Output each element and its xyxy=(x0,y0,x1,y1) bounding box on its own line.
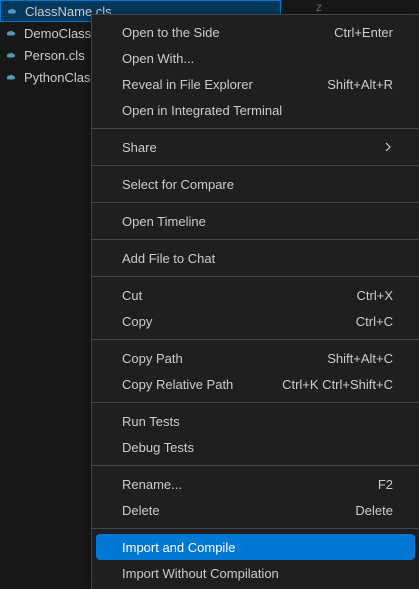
menu-separator xyxy=(92,339,419,340)
vscode-window: ClassName.cls DemoClass. Person.cls Pyth… xyxy=(0,0,419,589)
salesforce-cloud-icon xyxy=(6,52,16,58)
menu-item-label: Select for Compare xyxy=(122,176,234,192)
menu-item-label: Cut xyxy=(122,287,143,303)
salesforce-cloud-icon xyxy=(6,30,16,36)
menu-item-label: Open With... xyxy=(122,50,195,66)
menu-item-cut[interactable]: Cut Ctrl+X xyxy=(96,282,415,308)
menu-item-label: Import and Compile xyxy=(122,539,236,555)
editor-background-text: z xyxy=(316,0,324,14)
menu-item-import-without-compilation[interactable]: Import Without Compilation xyxy=(96,560,415,586)
menu-item-debug-tests[interactable]: Debug Tests xyxy=(96,434,415,460)
menu-item-label: Reveal in File Explorer xyxy=(122,76,253,92)
menu-item-shortcut: Ctrl+X xyxy=(356,287,393,303)
menu-item-label: Delete xyxy=(122,502,160,518)
menu-item-label: Rename... xyxy=(122,476,182,492)
menu-item-open-timeline[interactable]: Open Timeline xyxy=(96,208,415,234)
menu-separator xyxy=(92,402,419,403)
menu-item-open-with[interactable]: Open With... xyxy=(96,45,415,71)
menu-item-shortcut: Shift+Alt+C xyxy=(327,350,393,366)
menu-item-share[interactable]: Share xyxy=(96,134,415,160)
menu-item-label: Copy Relative Path xyxy=(122,376,234,392)
menu-item-rename[interactable]: Rename... F2 xyxy=(96,471,415,497)
menu-separator xyxy=(92,276,419,277)
menu-item-shortcut: Ctrl+K Ctrl+Shift+C xyxy=(282,376,393,392)
menu-separator xyxy=(92,202,419,203)
menu-item-label: Copy Path xyxy=(122,350,183,366)
menu-item-copy-path[interactable]: Copy Path Shift+Alt+C xyxy=(96,345,415,371)
salesforce-cloud-icon xyxy=(6,74,16,80)
menu-item-open-to-side[interactable]: Open to the Side Ctrl+Enter xyxy=(96,19,415,45)
menu-item-label: Share xyxy=(122,139,157,155)
menu-item-select-for-compare[interactable]: Select for Compare xyxy=(96,171,415,197)
menu-item-add-file-to-chat[interactable]: Add File to Chat xyxy=(96,245,415,271)
menu-item-label: Run Tests xyxy=(122,413,180,429)
menu-separator xyxy=(92,128,419,129)
menu-separator xyxy=(92,528,419,529)
file-label: Person.cls xyxy=(24,47,85,63)
menu-item-shortcut: Ctrl+C xyxy=(355,313,393,329)
salesforce-cloud-icon xyxy=(7,8,17,14)
menu-item-shortcut: F2 xyxy=(377,476,393,492)
menu-separator xyxy=(92,239,419,240)
menu-item-label: Copy xyxy=(122,313,153,329)
menu-item-reveal-in-file-explorer[interactable]: Reveal in File Explorer Shift+Alt+R xyxy=(96,71,415,97)
menu-item-import-and-compile[interactable]: Import and Compile xyxy=(96,534,415,560)
menu-separator xyxy=(92,465,419,466)
menu-item-copy[interactable]: Copy Ctrl+C xyxy=(96,308,415,334)
context-menu: Open to the Side Ctrl+Enter Open With...… xyxy=(91,14,419,589)
menu-separator xyxy=(92,165,419,166)
menu-item-label: Open Timeline xyxy=(122,213,206,229)
file-label: DemoClass. xyxy=(24,25,95,41)
menu-item-shortcut: Shift+Alt+R xyxy=(327,76,393,92)
menu-item-label: Open in Integrated Terminal xyxy=(122,102,283,118)
menu-item-copy-relative-path[interactable]: Copy Relative Path Ctrl+K Ctrl+Shift+C xyxy=(96,371,415,397)
menu-item-label: Debug Tests xyxy=(122,439,195,455)
menu-item-shortcut: Ctrl+Enter xyxy=(334,24,393,40)
menu-item-delete[interactable]: Delete Delete xyxy=(96,497,415,523)
menu-item-run-tests[interactable]: Run Tests xyxy=(96,408,415,434)
menu-item-open-in-terminal[interactable]: Open in Integrated Terminal xyxy=(96,97,415,123)
menu-item-label: Add File to Chat xyxy=(122,250,216,266)
file-label: PythonClass xyxy=(24,69,97,85)
menu-item-label: Import Without Compilation xyxy=(122,565,279,581)
menu-item-shortcut: Delete xyxy=(355,502,393,518)
chevron-right-icon xyxy=(385,142,391,152)
menu-item-label: Open to the Side xyxy=(122,24,220,40)
